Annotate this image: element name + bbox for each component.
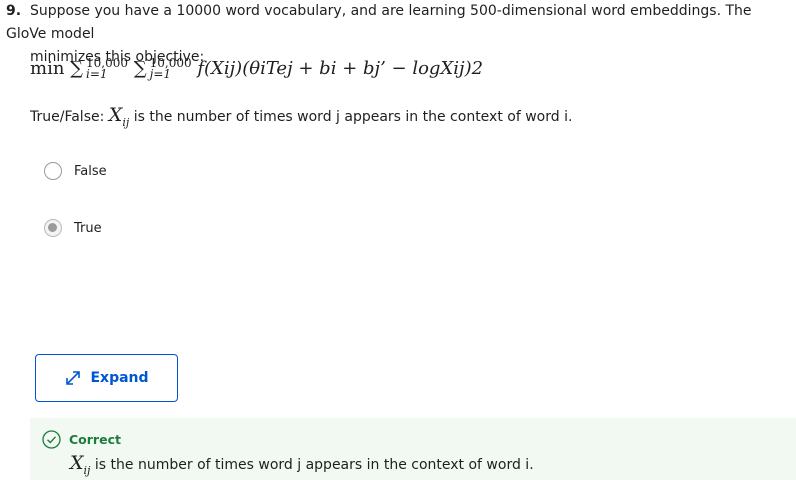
feedback-status: Correct [42,430,121,449]
feedback-text: is the number of times word j appears in… [94,457,534,473]
statement-var: X [108,104,123,126]
objective-formula: min ∑ 10,000 i=1 ∑ 10,000 j=1 f(Xij)(θiTej +… [30,57,484,90]
expand-button[interactable]: Expand [35,354,178,402]
sum-limits-1: 10,000 i=1 [86,57,128,81]
statement-variable: Xij [108,104,130,129]
sum-symbol-1: ∑ [70,58,84,79]
formula-body: f(Xij)(θiTej + bi + bj’ − logXij)2 [197,58,484,79]
sum2-lower: j=1 [149,67,172,81]
sum-limits-2: 10,000 j=1 [149,57,192,81]
check-circle-icon [42,430,61,449]
feedback-var-sub: ij [83,463,91,477]
question-line-1: Suppose you have a 10000 word vocabulary… [6,3,752,42]
feedback-explanation: Xij is the number of times word j appear… [70,452,534,477]
feedback-variable: Xij [70,452,91,477]
formula-min: min [30,58,65,79]
question-number: 9. [6,3,22,19]
statement-prefix: True/False: [30,109,105,125]
sum-symbol-2: ∑ [133,58,147,79]
option-false-label: False [74,163,107,179]
true-false-statement: True/False: Xij is the number of times w… [30,104,572,129]
expand-button-label: Expand [90,370,149,386]
statement-var-sub: ij [122,115,130,129]
radio-false[interactable] [44,162,62,180]
feedback-status-label: Correct [69,432,121,447]
feedback-var: X [70,452,84,474]
statement-suffix: is the number of times word j appears in… [133,109,573,125]
option-true-label: True [74,220,102,236]
option-true[interactable]: True [44,219,102,237]
expand-icon [66,371,81,385]
sum1-lower: i=1 [86,67,108,81]
feedback-panel: Correct Xij is the number of times word … [30,418,796,480]
radio-true[interactable] [44,219,62,237]
option-false[interactable]: False [44,162,107,180]
